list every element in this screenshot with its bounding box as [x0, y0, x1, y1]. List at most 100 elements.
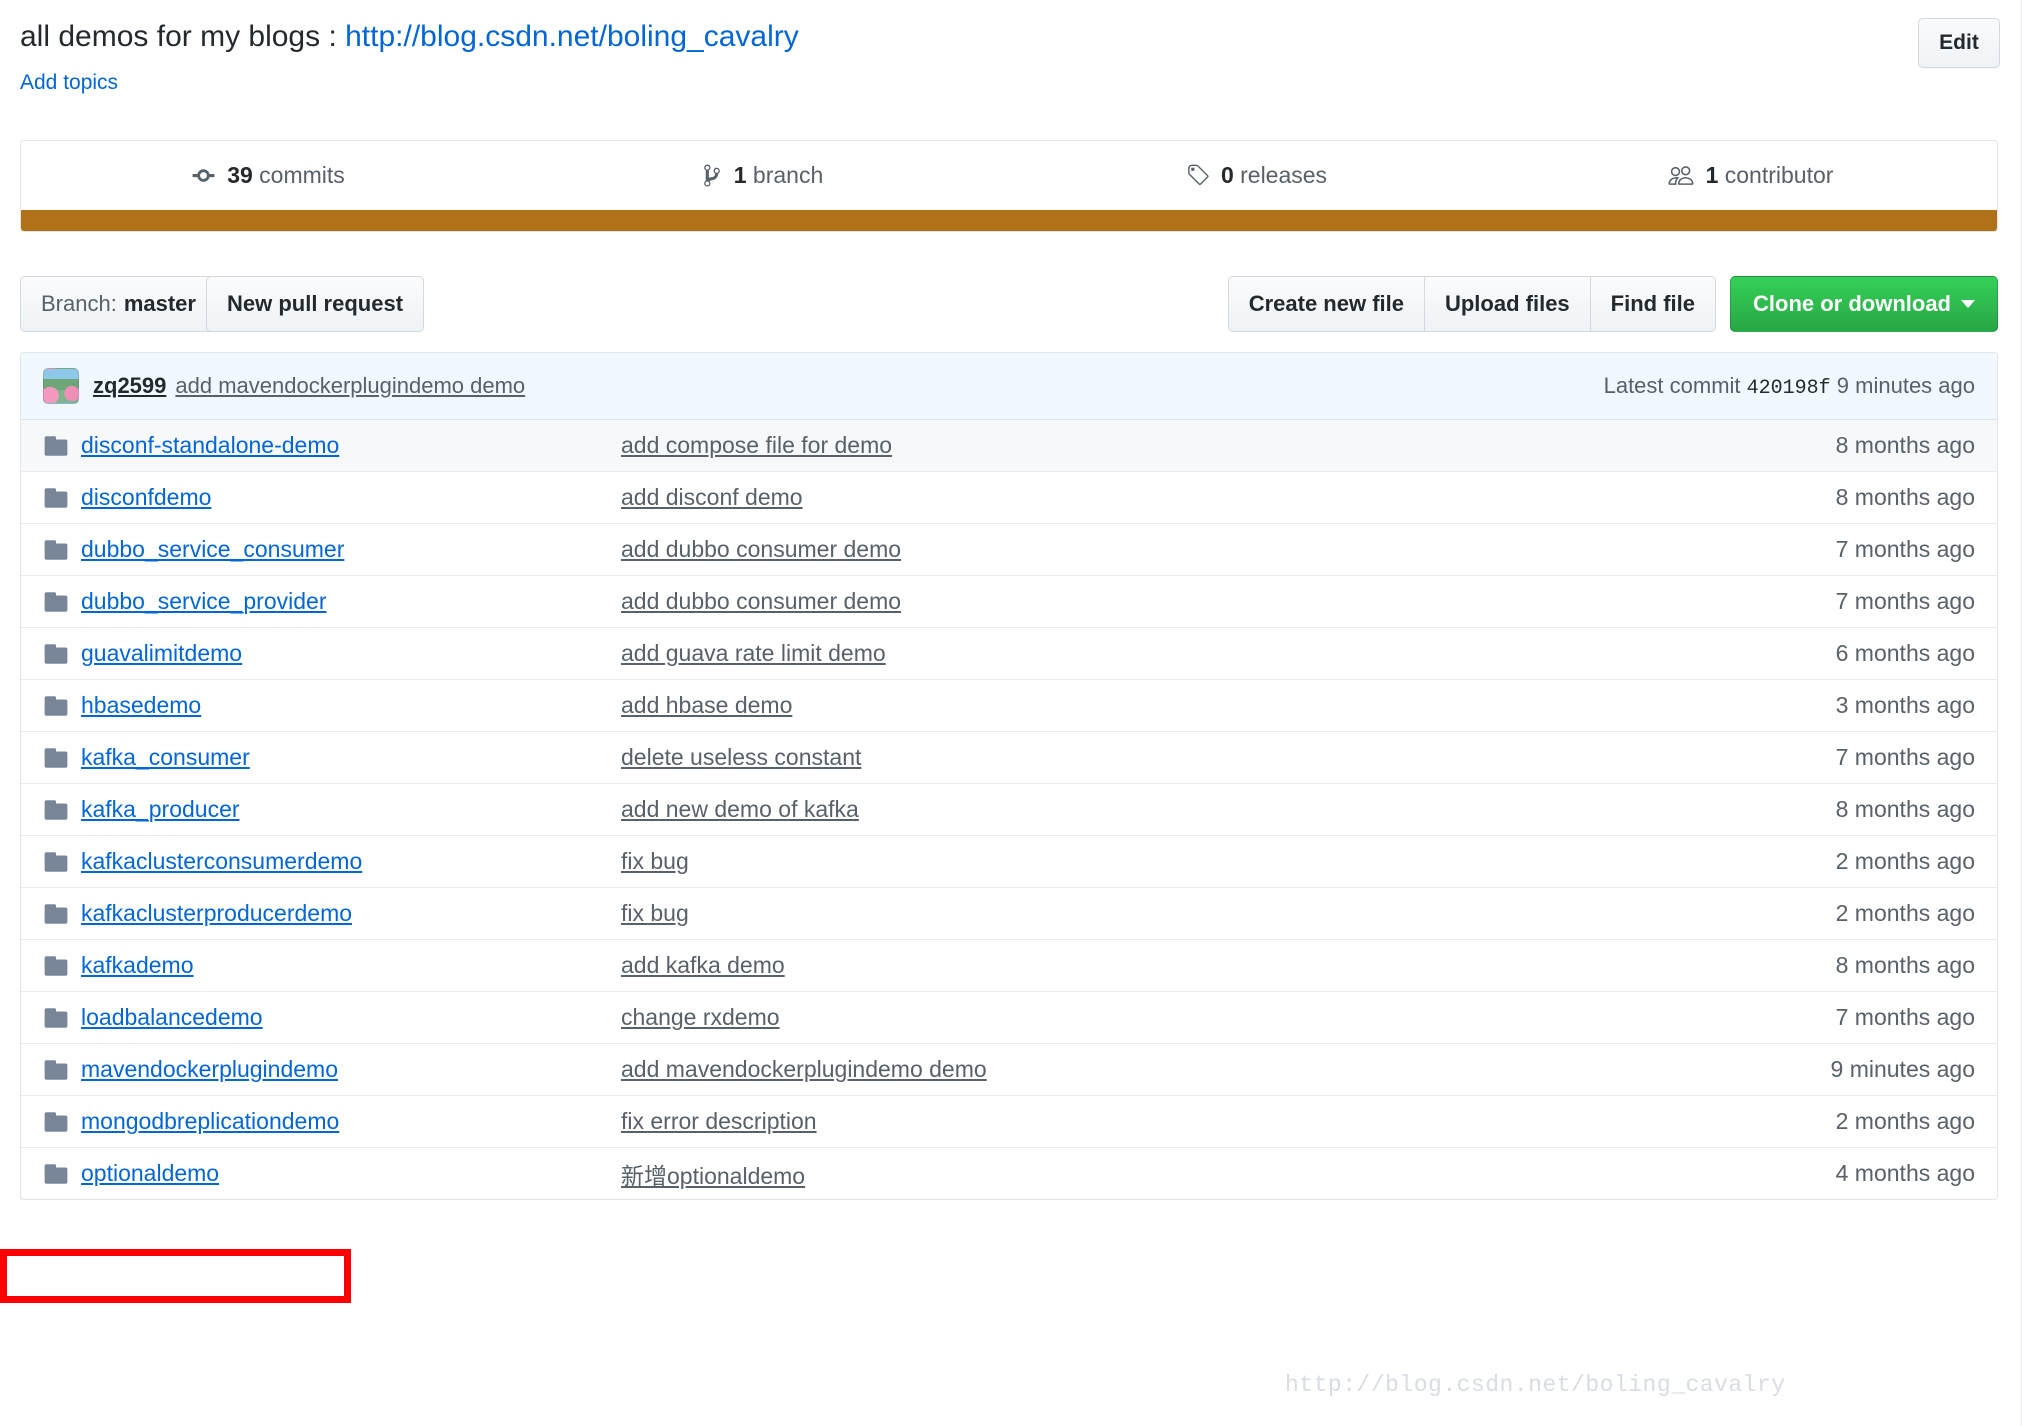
people-icon — [1667, 163, 1695, 188]
language-segment-java[interactable] — [21, 210, 1997, 231]
upload-files-button[interactable]: Upload files — [1424, 276, 1591, 332]
folder-icon — [43, 693, 81, 719]
file-commit-message[interactable]: fix bug — [621, 900, 1715, 927]
folder-icon — [43, 1005, 81, 1031]
table-row[interactable]: kafkademoadd kafka demo8 months ago — [21, 939, 1997, 991]
table-row[interactable]: dubbo_service_consumeradd dubbo consumer… — [21, 523, 1997, 575]
branch-current-name: master — [124, 291, 196, 317]
commits-label: commits — [253, 162, 345, 188]
folder-icon — [43, 901, 81, 927]
table-row[interactable]: kafkaclusterproducerdemofix bug2 months … — [21, 887, 1997, 939]
clone-or-download-label: Clone or download — [1753, 291, 1951, 317]
overview-branches-text: 1 branch — [734, 162, 824, 189]
repository-description: all demos for my blogs : http://blog.csd… — [20, 14, 799, 96]
table-row[interactable]: mongodbreplicationdemofix error descript… — [21, 1095, 1997, 1147]
overview-item-branches[interactable]: 1 branch — [515, 141, 1009, 210]
table-row[interactable]: dubbo_service_provideradd dubbo consumer… — [21, 575, 1997, 627]
repository-overview-bar: 39 commits 1 branch 0 releases 1 contrib… — [20, 140, 1998, 210]
table-row[interactable]: disconf-standalone-demoadd compose file … — [21, 420, 1997, 471]
file-name-link[interactable]: dubbo_service_consumer — [81, 536, 621, 563]
folder-icon — [43, 797, 81, 823]
table-row[interactable]: kafka_produceradd new demo of kafka8 mon… — [21, 783, 1997, 835]
file-name-link[interactable]: loadbalancedemo — [81, 1004, 621, 1031]
file-actions-group: Create new file Upload files Find file C… — [1228, 276, 1998, 332]
file-commit-message[interactable]: add disconf demo — [621, 484, 1715, 511]
clone-or-download-button[interactable]: Clone or download — [1730, 276, 1998, 332]
file-name-link[interactable]: kafkaclusterconsumerdemo — [81, 848, 621, 875]
file-age: 2 months ago — [1715, 848, 1975, 875]
file-name-link[interactable]: kafka_consumer — [81, 744, 621, 771]
file-commit-message[interactable]: 新增optionaldemo — [621, 1157, 1715, 1191]
contributors-label: contributor — [1718, 162, 1833, 188]
commit-icon — [191, 163, 216, 188]
file-name-link[interactable]: disconf-standalone-demo — [81, 432, 621, 459]
overview-releases-text: 0 releases — [1221, 162, 1327, 189]
table-row[interactable]: mavendockerplugindemoadd mavendockerplug… — [21, 1043, 1997, 1095]
table-row[interactable]: hbasedemoadd hbase demo3 months ago — [21, 679, 1997, 731]
overview-item-contributors[interactable]: 1 contributor — [1503, 141, 1997, 210]
file-name-link[interactable]: mongodbreplicationdemo — [81, 1108, 621, 1135]
file-name-link[interactable]: mavendockerplugindemo — [81, 1056, 621, 1083]
file-commit-message[interactable]: add dubbo consumer demo — [621, 536, 1715, 563]
file-age: 7 months ago — [1715, 536, 1975, 563]
file-commit-message[interactable]: add kafka demo — [621, 952, 1715, 979]
folder-icon — [43, 485, 81, 511]
file-commit-message[interactable]: add guava rate limit demo — [621, 640, 1715, 667]
file-name-link[interactable]: kafkademo — [81, 952, 621, 979]
file-age: 7 months ago — [1715, 588, 1975, 615]
file-age: 8 months ago — [1715, 796, 1975, 823]
description-url-link[interactable]: http://blog.csdn.net/boling_cavalry — [345, 20, 799, 53]
table-row[interactable]: disconfdemoadd disconf demo8 months ago — [21, 471, 1997, 523]
file-list-table: zq2599 add mavendockerplugindemo demo La… — [20, 352, 1998, 1200]
overview-item-releases[interactable]: 0 releases — [1009, 141, 1503, 210]
file-commit-message[interactable]: change rxdemo — [621, 1004, 1715, 1031]
add-topics-link[interactable]: Add topics — [20, 70, 118, 96]
file-name-link[interactable]: dubbo_service_provider — [81, 588, 621, 615]
commit-message-link[interactable]: add mavendockerplugindemo demo — [175, 373, 525, 399]
table-row[interactable]: kafkaclusterconsumerdemofix bug2 months … — [21, 835, 1997, 887]
file-name-link[interactable]: disconfdemo — [81, 484, 621, 511]
latest-commit-prefix: Latest commit — [1604, 373, 1741, 398]
folder-icon — [43, 1057, 81, 1083]
file-commit-message[interactable]: add dubbo consumer demo — [621, 588, 1715, 615]
file-commit-message[interactable]: add compose file for demo — [621, 432, 1715, 459]
file-name-link[interactable]: optionaldemo — [81, 1160, 621, 1187]
file-commit-message[interactable]: delete useless constant — [621, 744, 1715, 771]
file-commit-message[interactable]: add hbase demo — [621, 692, 1715, 719]
table-row[interactable]: kafka_consumerdelete useless constant7 m… — [21, 731, 1997, 783]
branches-count: 1 — [734, 162, 747, 188]
file-age: 4 months ago — [1715, 1160, 1975, 1187]
file-age: 7 months ago — [1715, 744, 1975, 771]
folder-icon — [43, 849, 81, 875]
releases-count: 0 — [1221, 162, 1234, 188]
language-bar[interactable] — [20, 210, 1998, 232]
create-new-file-button[interactable]: Create new file — [1228, 276, 1425, 332]
latest-commit-bar: zq2599 add mavendockerplugindemo demo La… — [21, 353, 1997, 420]
folder-icon — [43, 1161, 81, 1187]
file-age: 2 months ago — [1715, 1108, 1975, 1135]
file-name-link[interactable]: kafka_producer — [81, 796, 621, 823]
file-commit-message[interactable]: add mavendockerplugindemo demo — [621, 1056, 1715, 1083]
commit-author-link[interactable]: zq2599 — [93, 373, 166, 399]
edit-button[interactable]: Edit — [1918, 18, 2000, 68]
file-name-link[interactable]: guavalimitdemo — [81, 640, 621, 667]
file-commit-message[interactable]: fix bug — [621, 848, 1715, 875]
overview-item-commits[interactable]: 39 commits — [21, 141, 515, 210]
find-file-button[interactable]: Find file — [1590, 276, 1716, 332]
file-age: 6 months ago — [1715, 640, 1975, 667]
file-name-link[interactable]: kafkaclusterproducerdemo — [81, 900, 621, 927]
file-commit-message[interactable]: fix error description — [621, 1108, 1715, 1135]
highlight-annotation-box — [0, 1249, 351, 1303]
folder-icon — [43, 589, 81, 615]
file-age: 9 minutes ago — [1715, 1056, 1975, 1083]
table-row[interactable]: optionaldemo新增optionaldemo4 months ago — [21, 1147, 1997, 1199]
releases-label: releases — [1234, 162, 1327, 188]
table-row[interactable]: guavalimitdemoadd guava rate limit demo6… — [21, 627, 1997, 679]
file-name-link[interactable]: hbasedemo — [81, 692, 621, 719]
table-row[interactable]: loadbalancedemochange rxdemo7 months ago — [21, 991, 1997, 1043]
commit-sha[interactable]: 420198f — [1747, 377, 1831, 400]
file-age: 8 months ago — [1715, 952, 1975, 979]
new-pull-request-button[interactable]: New pull request — [206, 276, 424, 332]
file-commit-message[interactable]: add new demo of kafka — [621, 796, 1715, 823]
folder-icon — [43, 953, 81, 979]
